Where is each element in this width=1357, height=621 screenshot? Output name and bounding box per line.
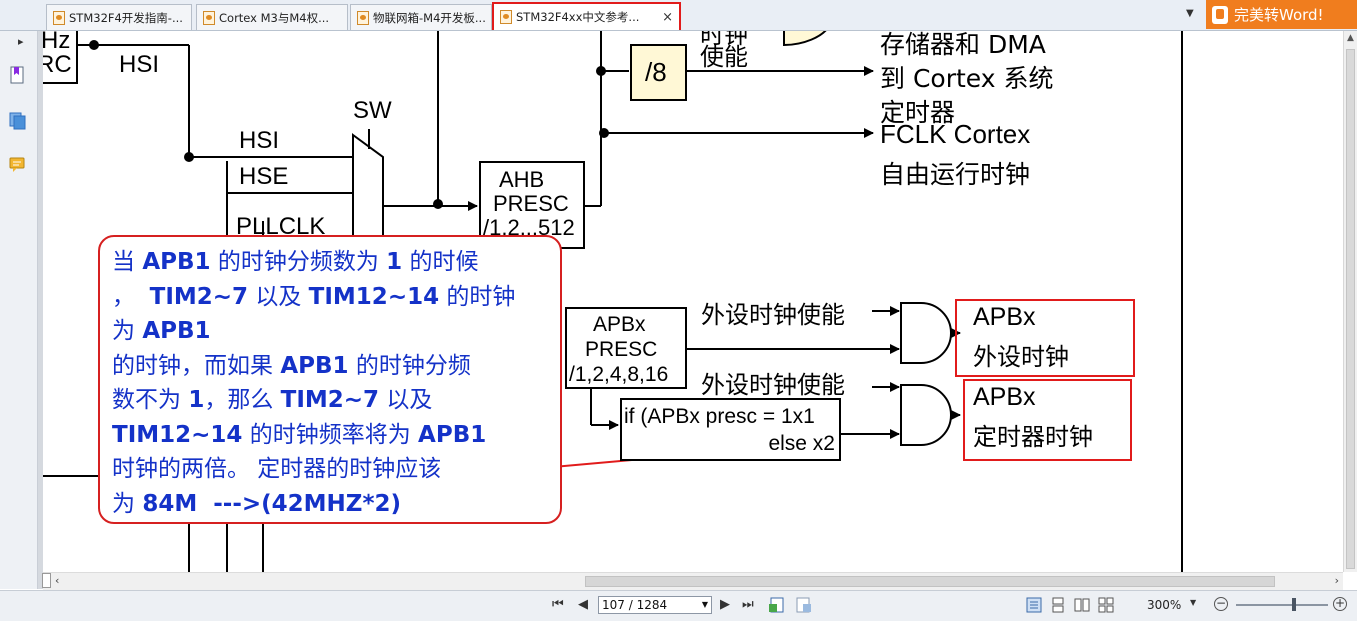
expand-sidebar-icon[interactable]: ▸: [18, 35, 38, 55]
pdf-icon: [203, 10, 215, 25]
scroll-left-icon[interactable]: ‹: [55, 574, 59, 587]
mux-input-hse: HSE: [239, 163, 289, 190]
tab-iot-box[interactable]: 物联网箱-M4开发板...: [350, 4, 492, 30]
condition-else-label: else x2: [768, 432, 835, 455]
zoom-level[interactable]: 300%: [1147, 598, 1181, 612]
scroll-right-icon[interactable]: ›: [1335, 574, 1339, 587]
hsi-rc-label: RC: [43, 51, 72, 78]
pdf-icon: [357, 10, 369, 25]
continuous-facing-view-icon[interactable]: [1098, 597, 1114, 613]
zoom-in-button[interactable]: +: [1333, 597, 1347, 611]
horizontal-scroll-thumb[interactable]: [585, 576, 1275, 587]
page-number-input[interactable]: 107 / 1284 ▼: [598, 596, 712, 614]
zoom-out-button[interactable]: −: [1214, 597, 1228, 611]
page-number-value: 107 / 1284: [602, 598, 668, 612]
last-page-button[interactable]: ⏭: [742, 597, 754, 612]
next-page-button[interactable]: ▶: [720, 597, 730, 612]
convert-to-word-label: 完美转Word!: [1234, 6, 1324, 24]
apbx-periph-desc: 外设时钟: [973, 343, 1069, 371]
tab-stm32f4xx-reference[interactable]: STM32F4xx中文参考... ×: [492, 2, 681, 30]
single-page-view-icon[interactable]: [1026, 597, 1042, 613]
apbx-presc-label: PRESC: [585, 338, 658, 361]
previous-view-icon[interactable]: [768, 596, 786, 614]
sw-label: SW: [353, 97, 392, 124]
output-dma-label: 存储器和 DMA: [880, 31, 1046, 59]
pdf-icon: [53, 10, 65, 25]
apbx-timer-clock-box: APBx 定时器时钟: [963, 379, 1132, 461]
convert-to-word-button[interactable]: 完美转Word!: [1206, 0, 1357, 29]
tab-label: STM32F4xx中文参考...: [516, 10, 640, 24]
chevron-down-icon[interactable]: ▼: [702, 597, 708, 613]
timer-multiplier-box: if (APBx presc = 1x1 else x2: [620, 398, 841, 461]
facing-view-icon[interactable]: [1074, 597, 1090, 613]
prev-page-button[interactable]: ◀: [578, 597, 588, 612]
pages-icon[interactable]: [8, 111, 28, 131]
apbx-timer-title: APBx: [973, 383, 1036, 411]
left-sidebar: ▸: [0, 31, 38, 589]
apbx-timer-desc: 定时器时钟: [973, 423, 1093, 451]
word-icon: [1212, 5, 1228, 24]
ahb-label: AHB: [499, 167, 545, 192]
ahb-presc-label: PRESC: [493, 191, 569, 216]
document-view: Hz RC HSI SW HSI HSE PLLCLK 时钟 使能 /8 存储器…: [43, 31, 1343, 572]
vertical-scroll-thumb[interactable]: [1346, 49, 1355, 569]
output-systick-label: 到 Cortex 系统: [880, 64, 1054, 93]
mux-input-hsi: HSI: [239, 127, 280, 154]
scroll-up-icon[interactable]: ▲: [1347, 33, 1354, 43]
next-view-icon[interactable]: [794, 596, 812, 614]
hsi-label: HSI: [119, 51, 160, 78]
fclk-desc-label: 自由运行时钟: [880, 160, 1031, 189]
comments-icon[interactable]: [8, 155, 28, 175]
callout-text: 当 APB1 的时钟分频数为 1 的时候 ， TIM2~7 以及 TIM12~1…: [112, 249, 516, 517]
pdf-icon: [500, 10, 512, 24]
vertical-scrollbar[interactable]: ▲: [1343, 31, 1357, 572]
tab-label: STM32F4开发指南-...: [69, 10, 183, 25]
zoom-dropdown-icon[interactable]: ▼: [1190, 598, 1196, 607]
periph-clock-enable-label: 外设时钟使能: [701, 301, 845, 329]
zoom-slider-thumb[interactable]: [1292, 598, 1296, 611]
tab-stm32f4-guide[interactable]: STM32F4开发指南-...: [46, 4, 192, 30]
close-icon[interactable]: ×: [662, 10, 673, 25]
continuous-view-icon[interactable]: [1050, 597, 1066, 613]
div8-label: /8: [645, 57, 667, 87]
tab-bar: STM32F4开发指南-... Cortex M3与M4权... 物联网箱-M4…: [0, 0, 1357, 31]
apbx-periph-title: APBx: [973, 303, 1036, 331]
horizontal-scrollbar[interactable]: ‹ ›: [43, 572, 1343, 590]
first-page-button[interactable]: ⏮: [552, 597, 564, 612]
apbx-peripheral-clock-box: APBx 外设时钟: [955, 299, 1135, 377]
tab-label: Cortex M3与M4权...: [219, 10, 330, 25]
tab-list-dropdown-icon[interactable]: ▼: [1186, 8, 1194, 19]
zoom-slider[interactable]: [1236, 604, 1328, 606]
tab-cortex-m3-m4[interactable]: Cortex M3与M4权...: [196, 4, 348, 30]
condition-if-label: if (APBx presc = 1x1: [624, 405, 815, 428]
scrollbar-corner: [42, 573, 51, 588]
apbx-prescaler-box: APBx PRESC /1,2,4,8,16: [565, 307, 687, 389]
fclk-label: FCLK Cortex: [880, 119, 1031, 149]
apbx-label: APBx: [593, 313, 646, 336]
bookmark-icon[interactable]: [8, 65, 28, 85]
periph-clock-enable-label: 外设时钟使能: [701, 371, 845, 399]
clock-enable-label: 使能: [700, 43, 748, 71]
apbx-range-label: /1,2,4,8,16: [569, 363, 669, 386]
status-bar: ⏮ ◀ 107 / 1284 ▼ ▶ ⏭ 300% ▼ − +: [0, 590, 1357, 621]
callout-annotation[interactable]: 当 APB1 的时钟分频数为 1 的时候 ， TIM2~7 以及 TIM12~1…: [98, 235, 562, 524]
tab-label: 物联网箱-M4开发板...: [373, 10, 486, 25]
